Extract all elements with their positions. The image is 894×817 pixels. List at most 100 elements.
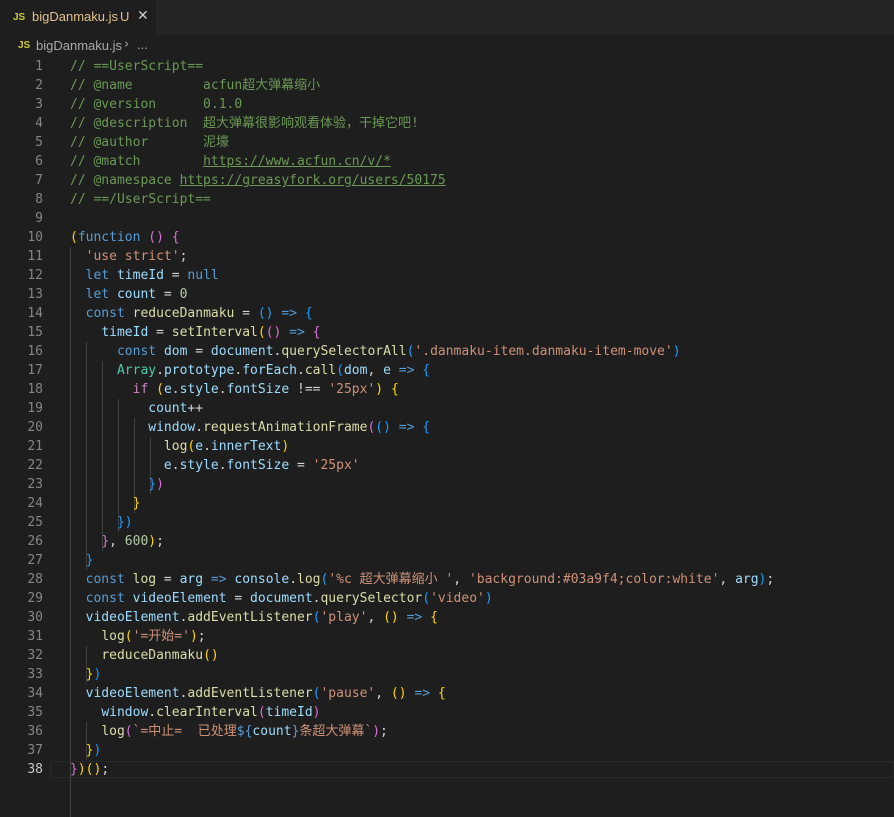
- line-number: 24: [27, 496, 43, 511]
- code-token: '%c 超大弹幕缩小 ': [328, 572, 454, 587]
- code-token: (: [257, 705, 266, 720]
- code-token: =: [156, 287, 180, 302]
- code-token: null: [187, 268, 219, 283]
- line-number: 12: [27, 268, 43, 283]
- breadcrumb-symbols[interactable]: ...: [137, 37, 148, 52]
- code-line: // @namespace https://greasyfork.org/use…: [70, 171, 446, 190]
- close-icon[interactable]: ✕: [137, 8, 149, 24]
- code-line: }, 600);: [70, 532, 164, 551]
- code-token: const: [85, 306, 125, 321]
- code-token: 0: [179, 287, 188, 302]
- editor-tab-bigdanmaku[interactable]: JS bigDanmaku.js U ✕: [0, 0, 156, 35]
- breadcrumb-file[interactable]: bigDanmaku.js: [36, 38, 122, 53]
- line-number: 8: [35, 192, 43, 207]
- code-line: e.style.fontSize = '25px': [70, 456, 360, 475]
- code-token: https://www.acfun.cn/v/*: [203, 154, 391, 169]
- code-token: document: [210, 344, 274, 359]
- code-token: =>: [414, 686, 431, 701]
- breadcrumb: JS bigDanmaku.js › ...: [0, 35, 894, 57]
- code-line: // ==UserScript==: [70, 57, 203, 76]
- code-token: ): [93, 743, 102, 758]
- line-number: 3: [35, 97, 43, 112]
- line-number: 17: [27, 363, 43, 378]
- code-token: e: [163, 382, 172, 397]
- code-line: }): [70, 513, 133, 532]
- line-number: 34: [27, 686, 43, 701]
- code-token: =>: [289, 325, 305, 340]
- code-token: '=开始=': [132, 629, 190, 644]
- code-line: videoElement.addEventListener('pause', (…: [70, 684, 446, 703]
- code-token: ;: [766, 572, 775, 587]
- code-token: ): [484, 591, 493, 606]
- code-token: (): [203, 648, 219, 663]
- line-number: 5: [35, 135, 43, 150]
- line-number: 38: [27, 762, 43, 777]
- code-token: .: [171, 382, 180, 397]
- code-token: // @match: [70, 154, 204, 169]
- code-token: timeId: [116, 268, 164, 283]
- code-token: ,: [719, 572, 736, 587]
- code-token: log: [132, 572, 157, 587]
- code-token: setInterval: [171, 325, 258, 340]
- line-number: 28: [27, 572, 43, 587]
- code-editor[interactable]: 1 2 3 4 5 6 7 8 9 10 11 12 13 14 15 16 17 18 19 20 21 22 23 24 2…: [0, 57, 894, 817]
- code-token: addEventListener: [187, 610, 313, 625]
- code-token: ): [156, 477, 164, 492]
- line-number: 14: [27, 306, 43, 321]
- code-token: {: [422, 363, 431, 378]
- code-token: =>: [398, 363, 415, 378]
- code-token: .: [289, 572, 298, 587]
- javascript-file-icon: JS: [18, 40, 31, 51]
- code-token: ): [312, 705, 321, 720]
- line-number: 19: [27, 401, 43, 416]
- code-token: Array: [116, 363, 157, 378]
- line-number: 32: [27, 648, 43, 663]
- code-line: }): [70, 665, 102, 684]
- line-number: 2: [35, 78, 43, 93]
- code-token: const: [85, 572, 125, 587]
- chevron-right-icon: ›: [124, 37, 130, 52]
- code-token: ): [148, 534, 157, 549]
- code-token: ,: [367, 363, 384, 378]
- code-token: (): [383, 610, 399, 625]
- code-token: let: [85, 287, 110, 302]
- code-token: const: [85, 591, 125, 606]
- line-number: 25: [27, 515, 43, 530]
- code-token: ): [77, 762, 86, 777]
- code-token: ++: [187, 401, 204, 416]
- code-token: innerText: [210, 439, 282, 454]
- code-token: {: [437, 686, 446, 701]
- code-token: '25px': [328, 382, 376, 397]
- code-token: =: [156, 572, 180, 587]
- code-token: 'video': [430, 591, 485, 606]
- code-token: log: [297, 572, 321, 587]
- code-token: 'use strict': [85, 249, 180, 264]
- code-token: 'pause': [320, 686, 376, 701]
- code-token: ,: [367, 610, 384, 625]
- code-token: console: [234, 572, 290, 587]
- line-number: 35: [27, 705, 43, 720]
- code-token: ;: [179, 249, 188, 264]
- code-token: window: [101, 705, 149, 720]
- code-token: ${: [236, 724, 253, 739]
- code-token: {: [422, 420, 431, 435]
- code-token: ): [372, 724, 381, 739]
- line-number: 16: [27, 344, 43, 359]
- code-token: =>: [406, 610, 423, 625]
- code-token: (): [265, 325, 282, 340]
- code-token: // @namespace: [70, 173, 180, 188]
